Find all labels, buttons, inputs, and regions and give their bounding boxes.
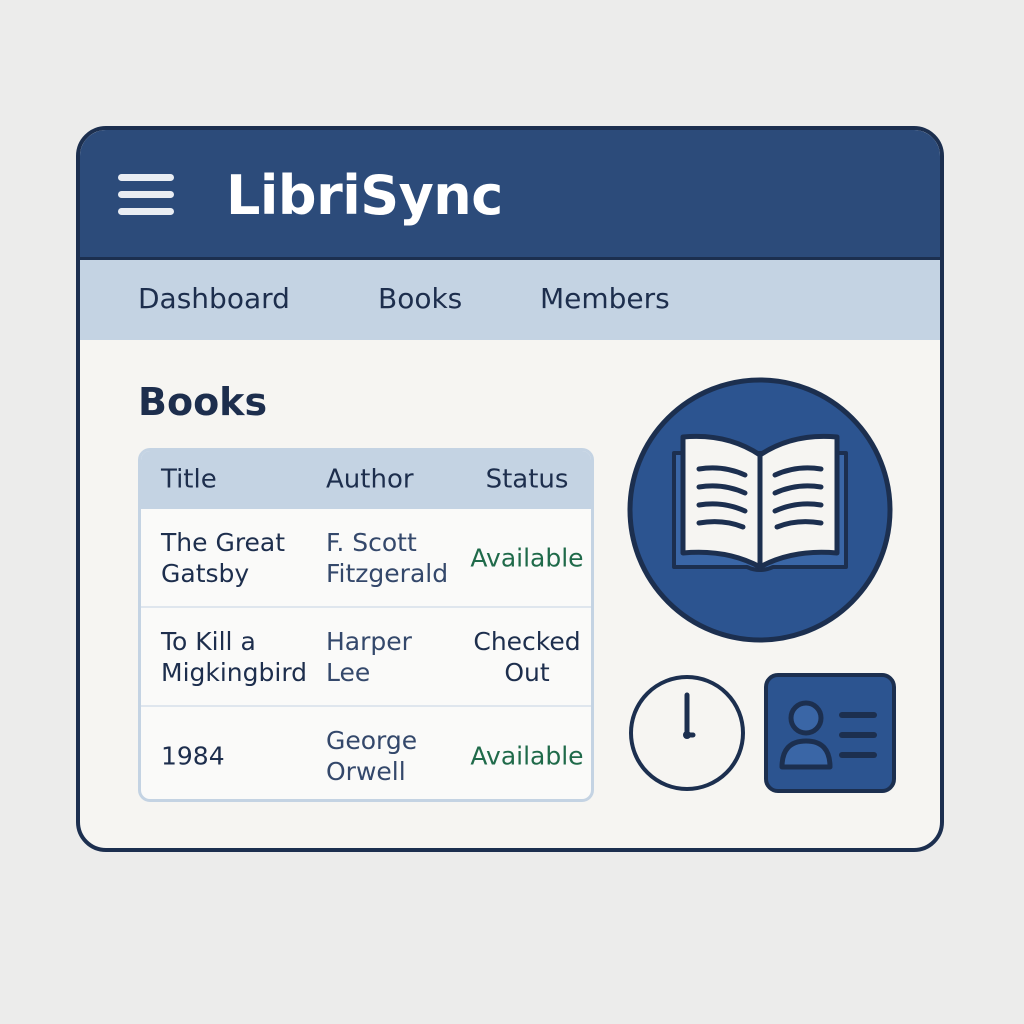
column-header-title[interactable]: Title [161,465,321,496]
member-id-card-icon [764,673,896,793]
book-author: Harper Lee [326,626,412,687]
status-badge: Available [470,543,584,572]
status-badge: Available [470,741,584,770]
column-header-status[interactable]: Status [461,465,591,496]
hamburger-menu-icon[interactable] [118,172,174,218]
table-row[interactable]: To Kill a Migkingbird Harper Lee Checked… [141,608,591,707]
nav-item-books[interactable]: Books [378,282,462,315]
books-table: Title Author Status The Great Gatsby F. … [138,448,594,802]
nav-bar: Dashboard Books Members [80,260,940,340]
table-row[interactable]: The Great Gatsby F. Scott Fitzgerald Ava… [141,509,591,608]
book-title: The Great Gatsby [161,527,286,588]
table-header: Title Author Status [141,451,591,509]
book-author: F. Scott Fitzgerald [326,527,449,588]
book-title: 1984 [161,741,225,770]
clock-icon [629,675,745,791]
column-header-author[interactable]: Author [326,465,461,496]
title-bar: LibriSync [80,130,940,260]
app-window: LibriSync Dashboard Books Members Books … [76,126,944,852]
app-title: LibriSync [226,164,503,227]
page-title: Books [138,380,268,424]
open-book-icon [627,377,893,643]
nav-item-dashboard[interactable]: Dashboard [138,282,290,315]
book-author: George Orwell [326,725,418,786]
book-title: To Kill a Migkingbird [161,626,308,687]
status-badge: Checked Out [473,626,581,687]
table-row[interactable]: 1984 George Orwell Available [141,707,591,799]
nav-item-members[interactable]: Members [540,282,670,315]
